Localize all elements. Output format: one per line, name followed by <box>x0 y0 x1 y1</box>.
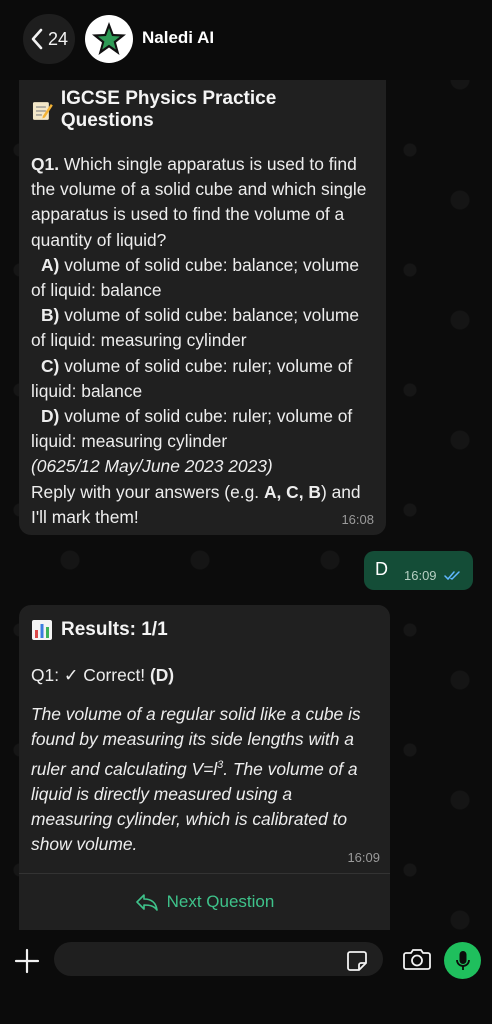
option-a: A) volume of solid cube: balance; volume… <box>31 254 364 301</box>
sticker-icon[interactable] <box>346 950 368 972</box>
star-logo-icon <box>92 22 126 55</box>
outgoing-message-answer: D 16:09 <box>364 551 473 590</box>
incoming-message-result: Results: 1/1 Q1: ✓ Correct! (D) The volu… <box>19 605 390 935</box>
chevron-left-icon <box>31 28 43 50</box>
answer-text: D <box>375 559 388 579</box>
contact-name[interactable]: Naledi AI <box>142 28 214 48</box>
camera-icon[interactable] <box>403 947 431 971</box>
result-explanation: The volume of a regular solid like a cub… <box>31 704 366 855</box>
reply-arrow-icon <box>135 894 158 911</box>
result-line: Q1: ✓ Correct! (D) <box>31 665 175 685</box>
chat-header: 24 Naledi AI <box>0 0 492 80</box>
bar-chart-icon <box>32 620 52 640</box>
option-c: C) volume of solid cube: ruler; volume o… <box>31 355 358 401</box>
message-title: IGCSE Physics Practice Questions <box>31 88 372 131</box>
unread-count: 24 <box>47 28 69 49</box>
message-title: Results: 1/1 <box>31 613 376 647</box>
message-composer <box>0 930 492 1024</box>
back-button[interactable]: 24 <box>23 14 75 64</box>
question-source: (0625/12 May/June 2023 2023) <box>31 456 273 477</box>
message-timestamp: 16:09 <box>404 568 437 583</box>
message-input[interactable] <box>54 942 383 976</box>
message-timestamp: 16:09 <box>347 850 380 865</box>
double-check-icon <box>444 571 460 581</box>
reply-instructions: Reply with your answers (e.g. A, C, B) a… <box>31 481 366 527</box>
option-d: D) volume of solid cube: ruler; volume o… <box>31 406 358 452</box>
divider <box>19 873 390 874</box>
memo-icon <box>32 102 53 120</box>
microphone-icon <box>455 950 470 970</box>
option-b: B) volume of solid cube: balance; volume… <box>31 305 364 351</box>
plus-icon[interactable] <box>14 948 40 974</box>
question-text: Q1. Which single apparatus is used to fi… <box>31 154 372 250</box>
contact-avatar[interactable] <box>85 15 133 63</box>
message-timestamp: 16:08 <box>341 512 374 527</box>
next-question-button[interactable]: Next Question <box>19 877 390 927</box>
incoming-message-question: IGCSE Physics Practice Questions Q1. Whi… <box>19 62 386 535</box>
microphone-button[interactable] <box>444 942 481 979</box>
